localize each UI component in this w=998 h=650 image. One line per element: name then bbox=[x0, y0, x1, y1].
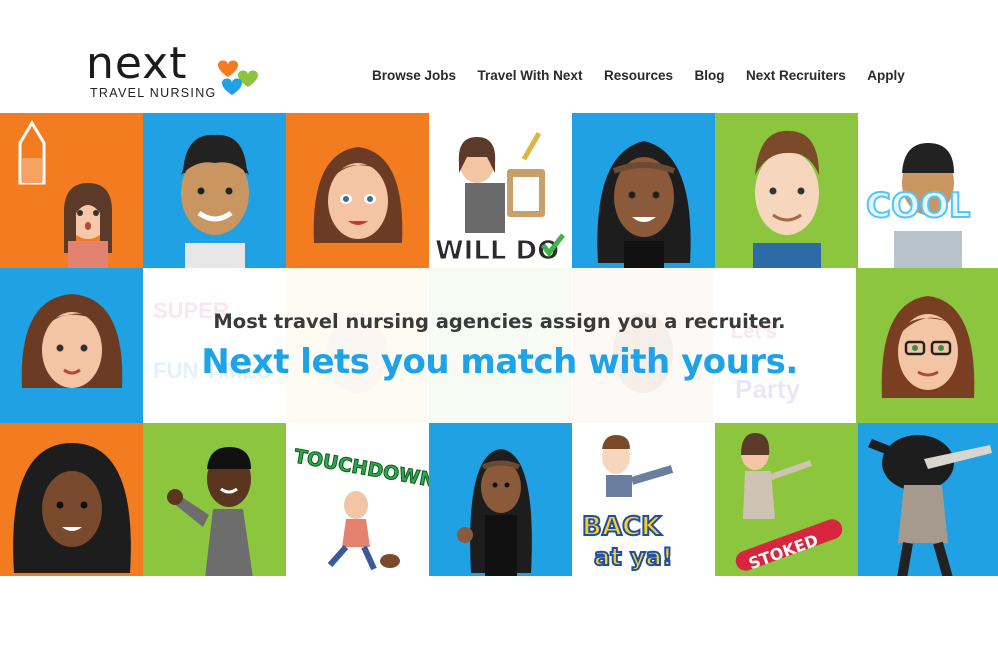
site-header: next TRAVEL NURSING Browse Jobs Travel W… bbox=[0, 0, 998, 113]
hero-subheadline: Most travel nursing agencies assign you … bbox=[213, 310, 786, 333]
hero-banner: SUPER FUN TIMES Let's Party Most travel … bbox=[143, 268, 856, 423]
dab-avatar-icon bbox=[868, 435, 992, 578]
woman-avatar-icon bbox=[313, 147, 403, 243]
woman-headband-avatar-icon bbox=[597, 141, 691, 268]
man-beard-avatar-icon bbox=[753, 130, 821, 268]
main-nav: Browse Jobs Travel With Next Resources B… bbox=[372, 68, 926, 83]
touchdown-text: TOUCHDOWN bbox=[292, 445, 429, 492]
avatar-tile-man-beard bbox=[715, 113, 858, 268]
nav-blog[interactable]: Blog bbox=[695, 68, 725, 83]
hearts-icon bbox=[218, 60, 258, 95]
avatar-tile-foam-finger bbox=[0, 113, 143, 268]
nav-browse-jobs[interactable]: Browse Jobs bbox=[372, 68, 456, 83]
avatar-tile-woman-glasses bbox=[856, 268, 998, 423]
hero-headline: Next lets you match with yours. bbox=[201, 342, 798, 382]
avatar-tile-woman-brown-hair bbox=[286, 113, 429, 268]
avatar-grid: WILL DO COOL SUPER FUN TIMES Let's Party… bbox=[0, 113, 998, 578]
avatar-tile-back-at-ya: BACK at ya! bbox=[572, 423, 715, 578]
woman-thumbs-up-avatar-icon bbox=[457, 449, 532, 578]
woman-bob-avatar-icon bbox=[21, 294, 123, 388]
woman-glasses-avatar-icon bbox=[881, 296, 975, 398]
man-avatar-icon bbox=[181, 134, 249, 268]
avatar-tile-woman-curly bbox=[0, 423, 143, 578]
foam-finger-avatar-icon bbox=[18, 120, 112, 268]
nav-apply[interactable]: Apply bbox=[867, 68, 905, 83]
at-ya-text: at ya! bbox=[594, 543, 673, 571]
back-text: BACK bbox=[582, 512, 662, 542]
will-do-text: WILL DO bbox=[435, 236, 559, 266]
next-logo[interactable]: next TRAVEL NURSING bbox=[86, 42, 266, 104]
avatar-tile-dab bbox=[858, 423, 998, 578]
touchdown-sticker-icon: TOUCHDOWN bbox=[292, 445, 429, 571]
will-do-sticker-icon: WILL DO bbox=[435, 132, 565, 267]
avatar-tile-woman-bob bbox=[0, 268, 143, 423]
logo-wordmark: next bbox=[86, 38, 188, 89]
avatar-tile-cool: COOL bbox=[858, 113, 998, 268]
man-fist-pump-avatar-icon bbox=[167, 447, 253, 578]
page-footer-space bbox=[0, 576, 998, 650]
avatar-tile-stoked: STOKED bbox=[715, 423, 858, 578]
avatar-tile-touchdown: TOUCHDOWN bbox=[286, 423, 429, 578]
nav-next-recruiters[interactable]: Next Recruiters bbox=[746, 68, 846, 83]
logo-tagline: TRAVEL NURSING bbox=[90, 86, 217, 100]
avatar-tile-woman-headband bbox=[572, 113, 715, 268]
avatar-tile-woman-thumbs-up bbox=[429, 423, 572, 578]
cool-sticker-icon: COOL bbox=[865, 143, 971, 268]
nav-travel-with-next[interactable]: Travel With Next bbox=[478, 68, 583, 83]
avatar-tile-man-fist bbox=[143, 423, 286, 578]
woman-curly-avatar-icon bbox=[13, 443, 131, 573]
cool-text: COOL bbox=[866, 186, 970, 226]
stoked-skateboard-sticker-icon: STOKED bbox=[735, 433, 843, 573]
avatar-tile-man-smile bbox=[143, 113, 286, 268]
back-at-ya-sticker-icon: BACK at ya! bbox=[581, 435, 674, 572]
nav-resources[interactable]: Resources bbox=[604, 68, 673, 83]
avatar-tile-will-do: WILL DO bbox=[429, 113, 572, 268]
